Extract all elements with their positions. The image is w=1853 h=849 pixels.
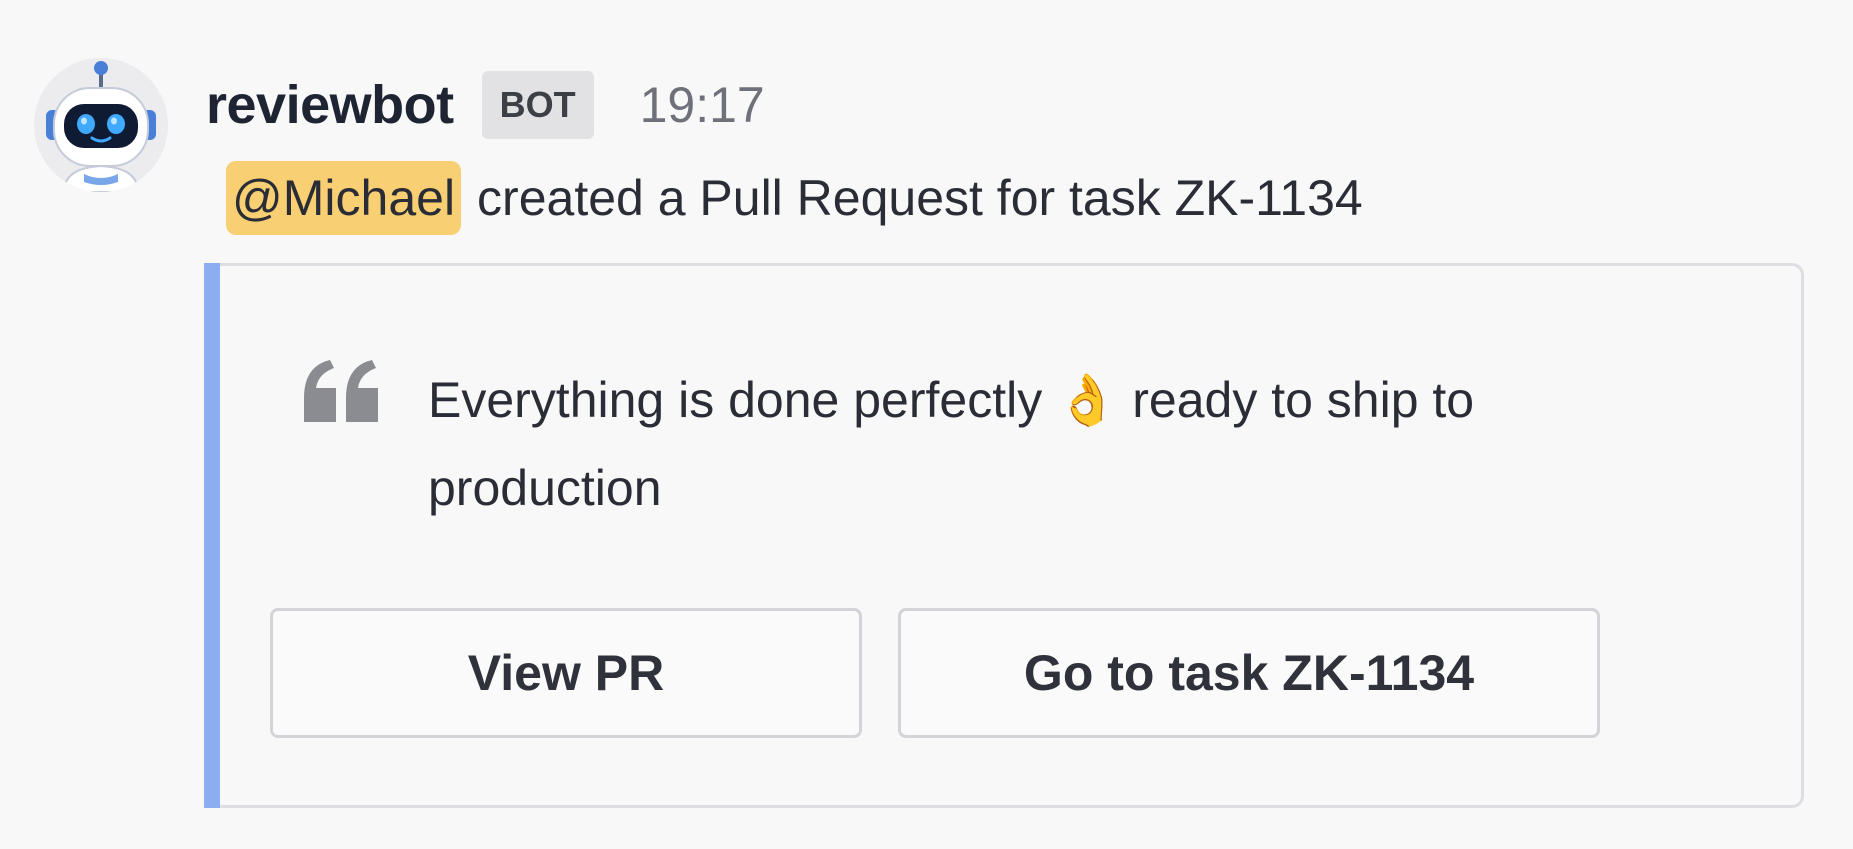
attachment-card: Everything is done perfectly 👌 ready to … — [204, 263, 1804, 808]
timestamp[interactable]: 19:17 — [640, 76, 765, 134]
attachment-accent-bar — [204, 263, 220, 808]
go-to-task-button[interactable]: Go to task ZK-1134 — [898, 608, 1600, 738]
message: reviewbot BOT 19:17 @Michael created a P… — [0, 0, 1853, 849]
message-body: created a Pull Request for task ZK-1134 — [477, 170, 1363, 226]
message-header: reviewbot BOT 19:17 — [206, 70, 765, 140]
quote-text: Everything is done perfectly 👌 ready to … — [428, 372, 1475, 516]
robot-icon — [46, 61, 156, 192]
view-pr-button[interactable]: View PR — [270, 608, 862, 738]
attachment-actions: View PR Go to task ZK-1134 — [270, 608, 1600, 738]
user-mention[interactable]: @Michael — [226, 161, 462, 235]
quote-icon — [304, 360, 378, 422]
author-name[interactable]: reviewbot — [206, 74, 454, 136]
bot-badge: BOT — [481, 71, 594, 139]
message-text: @Michael created a Pull Request for task… — [226, 160, 1363, 236]
avatar[interactable] — [34, 58, 168, 192]
